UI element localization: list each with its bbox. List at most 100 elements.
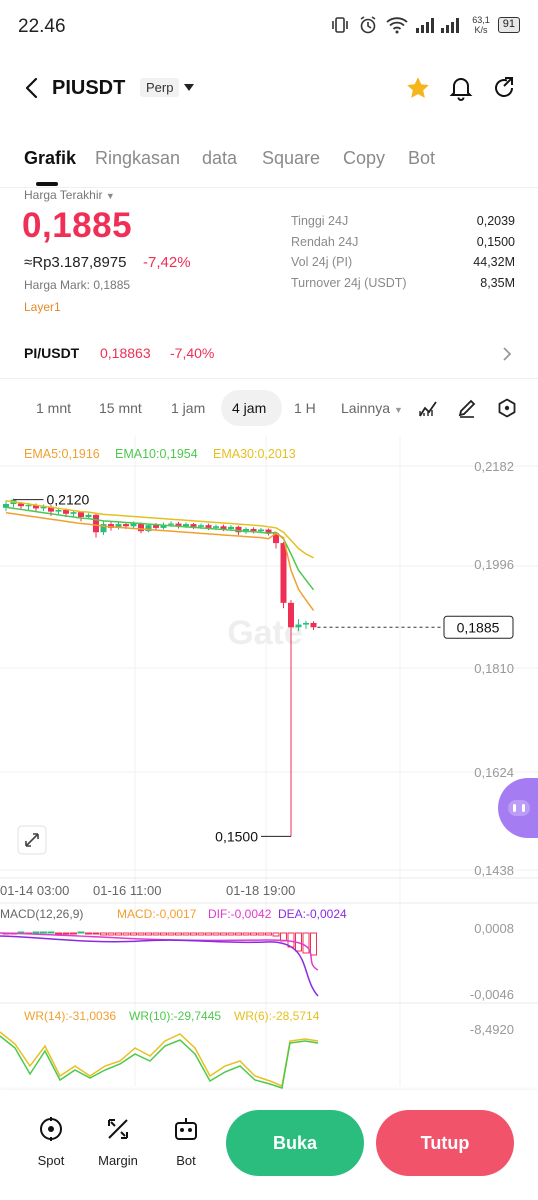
star-icon[interactable] — [405, 75, 431, 101]
spot-button[interactable]: Spot — [21, 1116, 81, 1168]
back-icon[interactable] — [22, 76, 42, 100]
interval-bar: 1 mnt 15 mnt 1 jam 4 jam 1 H Lainnya ▼ — [0, 388, 538, 428]
spot-pair-row[interactable]: PI/USDT 0,18863 -7,40% — [0, 336, 538, 372]
bottom-action-bar: Spot Margin Bot Buka Tutup — [0, 1090, 538, 1200]
macd-bar — [122, 932, 130, 936]
ema-legend-1: EMA5:0,1916 — [24, 447, 100, 461]
interval-15m[interactable]: 15 mnt — [99, 400, 142, 416]
macd-bar — [220, 932, 227, 936]
macd-axis-label: 0,0008 — [474, 921, 514, 936]
caret-down-icon: ▼ — [393, 405, 403, 415]
bot-button[interactable]: Bot — [156, 1116, 216, 1168]
time-axis-label: 01-18 19:00 — [226, 883, 295, 898]
category-tag[interactable]: Layer1 — [24, 300, 61, 314]
tab-square[interactable]: Square — [262, 148, 320, 169]
share-icon[interactable] — [492, 75, 516, 101]
pair-title[interactable]: PIUSDT — [52, 77, 125, 100]
wr6-line — [0, 1031, 319, 1088]
macd-bar — [130, 932, 137, 936]
macd-bar — [257, 932, 265, 936]
candle-body — [70, 512, 77, 514]
candle-body — [198, 525, 204, 527]
wifi-icon — [386, 17, 408, 34]
ema-legend-2: EMA10:0,1954 — [115, 447, 198, 461]
last-price-label[interactable]: Harga Terakhir ▼ — [24, 188, 115, 202]
candle-body — [205, 525, 212, 528]
tab-copy[interactable]: Copy — [343, 148, 385, 169]
macd-legend-0: MACD(12,26,9) — [0, 907, 83, 921]
mark-price: Harga Mark: 0,1885 — [24, 278, 131, 292]
interval-1d[interactable]: 1 H — [294, 400, 316, 416]
candle-body — [295, 624, 302, 628]
bot-icon — [175, 1118, 197, 1140]
macd-bar — [235, 932, 242, 936]
macd-legend-2: DIF:-0,0042 — [208, 907, 272, 921]
alarm-icon — [360, 16, 376, 34]
indicator-icon[interactable] — [418, 398, 438, 418]
header: PIUSDT Perp — [0, 62, 538, 114]
macd-bar — [32, 931, 40, 934]
price-axis-label: 0,1438 — [474, 863, 514, 878]
macd-bar — [70, 932, 77, 935]
divider — [0, 378, 538, 379]
price-axis-label: 0,1810 — [474, 661, 514, 676]
spot-pair: PI/USDT — [24, 345, 80, 361]
macd-bar — [175, 932, 182, 936]
candle-body — [63, 509, 69, 514]
interval-more[interactable]: Lainnya ▼ — [341, 400, 403, 416]
macd-bar — [250, 932, 257, 936]
candle-body — [25, 505, 32, 507]
candle-body — [55, 509, 62, 512]
status-bar: 22.46 63,1 K/s 91 — [0, 0, 538, 56]
caret-down-icon: ▼ — [105, 191, 115, 201]
candle-body — [303, 622, 309, 625]
bell-icon[interactable] — [449, 75, 473, 101]
macd-axis-label: -0,0046 — [470, 987, 514, 1002]
macd-bar — [145, 932, 152, 936]
candle-body — [258, 529, 264, 532]
candle-body — [123, 524, 129, 527]
macd-bar — [107, 932, 115, 936]
kline-chart[interactable]: EMA5:0,1916 EMA10:0,1954 EMA30:0,2013 0,218… — [0, 436, 538, 1090]
stats-panel: Tinggi 24J 0,2039 Rendah 24J 0,1500 Vol 24… — [291, 214, 515, 296]
candle-body — [93, 514, 99, 533]
macd-legend-3: DEA:-0,0024 — [278, 907, 347, 921]
perp-badge[interactable]: Perp — [140, 78, 180, 97]
candle-body — [130, 523, 137, 527]
stat-high: Tinggi 24J 0,2039 — [291, 214, 515, 228]
tab-grafik[interactable]: Grafik — [24, 148, 76, 169]
time-axis-label: 01-14 03:00 — [0, 883, 69, 898]
stat-turnover: Turnover 24j (USDT) 8,35M — [291, 275, 515, 290]
interval-1m[interactable]: 1 mnt — [36, 400, 71, 416]
ema-legend-3: EMA30:0,2013 — [213, 447, 296, 461]
tab-ringkasan[interactable]: Ringkasan — [95, 148, 180, 169]
wr-axis-label: -8,4920 — [470, 1022, 514, 1037]
chevron-down-icon[interactable] — [184, 84, 194, 91]
chart-canvas[interactable]: EMA5:0,1916 EMA10:0,1954 EMA30:0,2013 0,218… — [0, 436, 538, 1090]
interval-4h[interactable]: 4 jam — [232, 400, 266, 416]
tab-data[interactable]: data — [202, 148, 237, 169]
candle-body — [78, 512, 84, 518]
macd-bar — [182, 932, 190, 936]
settings-icon[interactable] — [497, 398, 517, 418]
spot-change: -7,40% — [170, 345, 215, 361]
current-price-label: 0,1885 — [457, 619, 500, 635]
close-position-button[interactable]: Tutup — [376, 1110, 514, 1176]
stat-low: Rendah 24J 0,1500 — [291, 234, 515, 249]
open-position-button[interactable]: Buka — [226, 1110, 364, 1176]
main-tabs: Grafik Ringkasan data Square Copy Bot — [0, 140, 538, 188]
last-price: 0,1885 — [22, 206, 133, 245]
price-axis-label: 0,2182 — [474, 459, 514, 474]
status-icons: 63,1 K/s 91 — [330, 15, 520, 35]
interval-1h[interactable]: 1 jam — [171, 400, 205, 416]
margin-button[interactable]: Margin — [88, 1116, 148, 1168]
tab-bot[interactable]: Bot — [408, 148, 435, 169]
macd-bar — [92, 932, 100, 935]
price-axis-label: 0,1624 — [474, 765, 514, 780]
candle-body — [213, 526, 219, 528]
macd-bar — [115, 932, 122, 936]
draw-icon[interactable] — [457, 398, 477, 418]
macd-bar — [272, 932, 280, 937]
margin-icon — [108, 1119, 128, 1139]
macd-bar — [197, 932, 205, 936]
